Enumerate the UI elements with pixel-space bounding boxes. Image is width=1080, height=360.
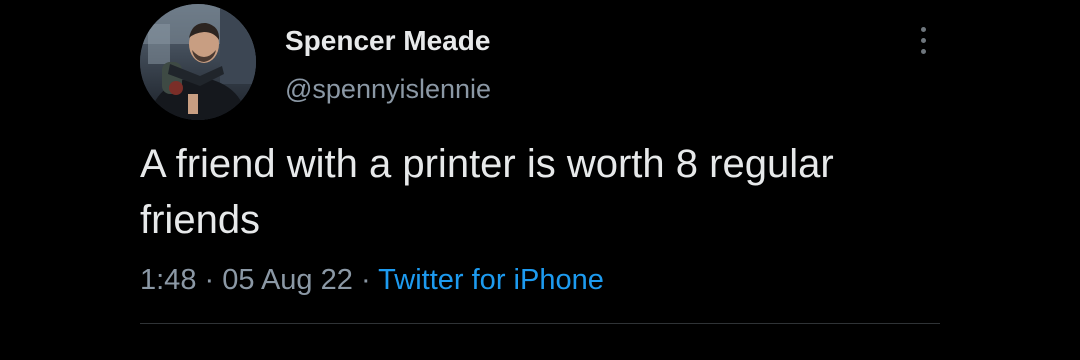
tweet-text: A friend with a printer is worth 8 regul…: [140, 142, 834, 242]
more-options-icon[interactable]: [908, 20, 938, 60]
author-display-name[interactable]: Spencer Meade: [285, 24, 490, 58]
divider: [140, 323, 940, 324]
profile-photo-icon: [140, 4, 256, 120]
more-dot: [920, 37, 926, 43]
more-dot: [920, 26, 926, 32]
tweet-time[interactable]: 1:48: [140, 264, 196, 296]
avatar[interactable]: [140, 4, 256, 120]
separator: ·: [360, 264, 371, 296]
tweet-metadata: 1:48 · 05 Aug 22 · Twitter for iPhone: [140, 260, 604, 300]
tweet-date[interactable]: 05 Aug 22: [222, 264, 353, 296]
tweet-source-link[interactable]: Twitter for iPhone: [378, 264, 604, 296]
author-handle[interactable]: @spennyislennie: [285, 72, 491, 106]
separator: ·: [204, 264, 215, 296]
tweet: Spencer Meade @spennyislennie A friend w…: [0, 0, 1080, 360]
more-dot: [920, 48, 926, 54]
